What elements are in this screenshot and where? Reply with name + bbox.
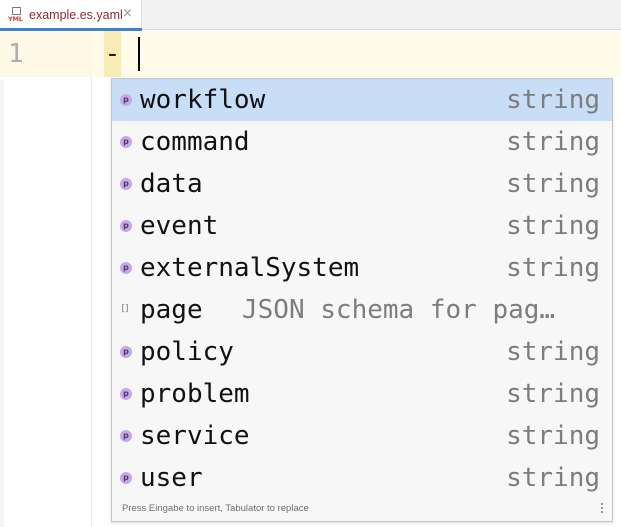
gutter-strip bbox=[0, 80, 4, 527]
completion-item-label: page bbox=[140, 295, 203, 325]
yaml-file-icon: YML bbox=[8, 7, 24, 23]
completion-item-workflow[interactable]: p workflow string bbox=[112, 79, 612, 121]
property-icon: p bbox=[120, 430, 132, 442]
completion-item-type: string bbox=[506, 127, 600, 157]
completion-footer: Press Eingabe to insert, Tabulator to re… bbox=[112, 499, 612, 521]
completion-item-page[interactable]: [] page JSON schema for pag… bbox=[112, 289, 612, 331]
completion-item-type: string bbox=[506, 463, 600, 493]
completion-item-label: event bbox=[140, 211, 219, 241]
completion-item-event[interactable]: p event string bbox=[112, 205, 612, 247]
completion-item-user[interactable]: p user string bbox=[112, 457, 612, 499]
editor-text[interactable]: - bbox=[104, 31, 121, 77]
completion-item-label: data bbox=[140, 169, 203, 199]
completion-popup: p workflow string p command string p data string… bbox=[111, 78, 613, 522]
completion-item-policy[interactable]: p policy string bbox=[112, 331, 612, 373]
completion-item-type: string bbox=[506, 211, 600, 241]
property-icon: p bbox=[120, 94, 132, 106]
completion-item-label: workflow bbox=[140, 85, 266, 115]
property-icon: p bbox=[120, 178, 132, 190]
tab-example-es-yaml[interactable]: YML example.es.yaml × bbox=[0, 0, 142, 31]
completion-item-externalsystem[interactable]: p externalSystem string bbox=[112, 247, 612, 289]
completion-item-description: JSON schema for pag… bbox=[242, 295, 556, 325]
completion-item-command[interactable]: p command string bbox=[112, 121, 612, 163]
close-icon[interactable]: × bbox=[122, 6, 133, 22]
completion-item-label: policy bbox=[140, 337, 234, 367]
tab-label: example.es.yaml bbox=[29, 8, 123, 22]
completion-item-type: string bbox=[506, 169, 600, 199]
completion-item-type: string bbox=[506, 253, 600, 283]
property-icon: p bbox=[120, 388, 132, 400]
completion-item-label: service bbox=[140, 421, 250, 451]
array-property-icon: [] bbox=[121, 304, 129, 314]
text-caret bbox=[138, 37, 140, 71]
completion-item-type: string bbox=[506, 85, 600, 115]
completion-hint: Press Eingabe to insert, Tabulator to re… bbox=[122, 503, 309, 514]
completion-item-data[interactable]: p data string bbox=[112, 163, 612, 205]
property-icon: p bbox=[120, 262, 132, 274]
editor-tab-bar: YML example.es.yaml × bbox=[0, 0, 621, 31]
property-icon: p bbox=[120, 220, 132, 232]
caret-line-highlight[interactable] bbox=[92, 31, 621, 77]
line-gutter: 1 bbox=[0, 31, 92, 527]
completion-item-type: string bbox=[506, 421, 600, 451]
property-icon: p bbox=[120, 346, 132, 358]
completion-item-service[interactable]: p service string bbox=[112, 415, 612, 457]
property-icon: p bbox=[120, 472, 132, 484]
vertical-ellipsis-icon[interactable] bbox=[601, 501, 604, 515]
completion-item-type: string bbox=[506, 337, 600, 367]
completion-item-label: externalSystem bbox=[140, 253, 360, 283]
property-icon: p bbox=[120, 136, 132, 148]
completion-item-label: command bbox=[140, 127, 250, 157]
line-number: 1 bbox=[8, 39, 24, 69]
completion-list: p workflow string p command string p data string… bbox=[112, 79, 612, 499]
completion-item-label: user bbox=[140, 463, 203, 493]
completion-item-type: string bbox=[506, 379, 600, 409]
completion-item-label: problem bbox=[140, 379, 250, 409]
completion-item-problem[interactable]: p problem string bbox=[112, 373, 612, 415]
